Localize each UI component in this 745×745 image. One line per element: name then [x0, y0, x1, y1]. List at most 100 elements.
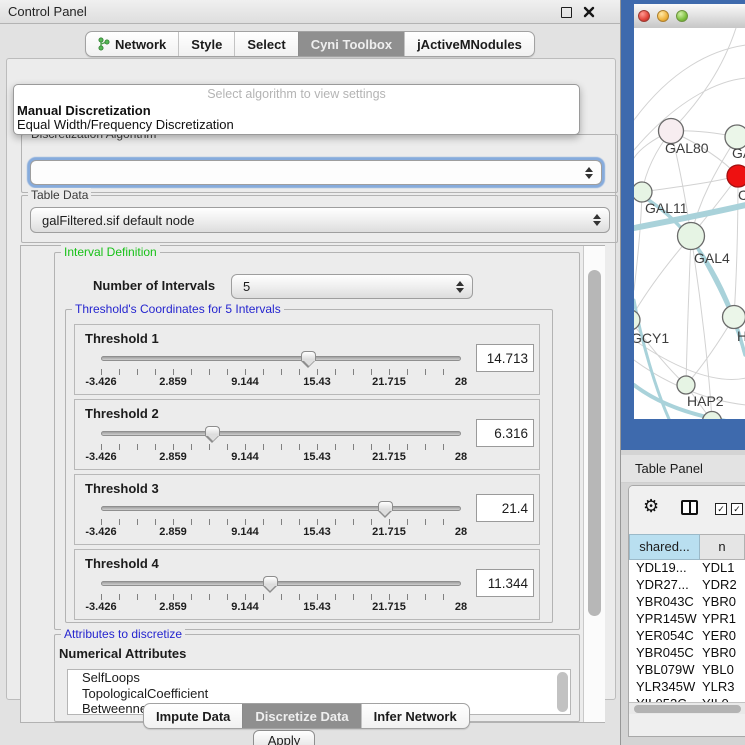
- horizontal-scrollbar[interactable]: [629, 702, 745, 714]
- number-of-intervals-label: Number of Intervals: [93, 278, 215, 293]
- cell-name[interactable]: YDL1: [700, 560, 745, 577]
- table-rows[interactable]: YDL19...YDL1YDR27...YDR2YBR043CYBR0YPR14…: [629, 560, 745, 702]
- table-row[interactable]: YLR345WYLR3: [629, 679, 745, 696]
- cell-shared-name[interactable]: YDR27...: [629, 577, 700, 594]
- threshold-2-value-field[interactable]: 6.316: [476, 419, 534, 447]
- slider-handle[interactable]: [378, 501, 393, 511]
- cell-name[interactable]: YLR3: [700, 679, 745, 696]
- column-header-name[interactable]: n: [700, 534, 745, 560]
- control-panel-titlebar: Control Panel: [0, 0, 620, 24]
- threshold-3-value-field[interactable]: 21.4: [476, 494, 534, 522]
- tab-style[interactable]: Style: [178, 32, 234, 56]
- tick-label: -3.426: [85, 526, 116, 538]
- tab-network[interactable]: Network: [86, 32, 178, 56]
- cell-shared-name[interactable]: YDL19...: [629, 560, 700, 577]
- slider-handle[interactable]: [301, 351, 316, 361]
- network-edge[interactable]: [642, 176, 738, 192]
- table-panel-titlebar: Table Panel: [621, 455, 745, 483]
- network-node[interactable]: [727, 165, 745, 187]
- float-window-icon[interactable]: [561, 7, 572, 18]
- network-edge[interactable]: [686, 236, 691, 385]
- cell-name[interactable]: YDR2: [700, 577, 745, 594]
- tick-label: 2.859: [159, 526, 187, 538]
- threshold-4-slider[interactable]: [101, 580, 461, 588]
- network-node[interactable]: [678, 223, 705, 250]
- cell-shared-name[interactable]: YLR345W: [629, 679, 700, 696]
- table-row[interactable]: YDL19...YDL1: [629, 560, 745, 577]
- cell-name[interactable]: YBR0: [700, 594, 745, 611]
- threshold-1-value-field[interactable]: 14.713: [476, 344, 534, 372]
- network-edge[interactable]: [634, 236, 691, 320]
- minimize-traffic-light-icon[interactable]: [657, 10, 669, 22]
- table-row[interactable]: YER054CYER0: [629, 628, 745, 645]
- dropdown-option-equal-width-frequency[interactable]: Equal Width/Frequency Discretization: [17, 117, 576, 132]
- slider-handle[interactable]: [205, 426, 220, 436]
- tab-cyni-toolbox[interactable]: Cyni Toolbox: [298, 32, 404, 56]
- threshold-1-slider[interactable]: [101, 355, 461, 363]
- column-layout-icon[interactable]: [681, 500, 698, 515]
- cell-shared-name[interactable]: YBR043C: [629, 594, 700, 611]
- network-canvas[interactable]: GAL80GACGAL11GAL4GCY1HHAP2: [634, 28, 745, 419]
- network-node-label: GCY1: [634, 330, 669, 346]
- select-all-checkbox-icon[interactable]: ✓: [715, 503, 727, 515]
- table-row[interactable]: YBR043CYBR0: [629, 594, 745, 611]
- list-scrollbar[interactable]: [557, 672, 568, 712]
- threshold-2-panel: Threshold 2 -3.4262.8599.14415.4321.7152…: [74, 399, 540, 470]
- table-row[interactable]: YDR27...YDR2: [629, 577, 745, 594]
- tab-discretize-data[interactable]: Discretize Data: [242, 704, 360, 728]
- select-column-checkbox-icon[interactable]: ✓: [731, 503, 743, 515]
- network-edge[interactable]: [634, 192, 642, 290]
- close-traffic-light-icon[interactable]: [638, 10, 650, 22]
- algorithm-combobox[interactable]: [30, 160, 602, 185]
- settings-scrollpane: Interval Definition Number of Intervals …: [20, 245, 605, 723]
- cell-name[interactable]: YBR0: [700, 645, 745, 662]
- cell-name[interactable]: YPR1: [700, 611, 745, 628]
- table-header-row: shared... n: [629, 534, 745, 560]
- zoom-traffic-light-icon[interactable]: [676, 10, 688, 22]
- dropdown-option-manual-discretization[interactable]: Manual Discretization: [17, 103, 576, 118]
- network-edge[interactable]: [686, 317, 734, 385]
- tick-label: 2.859: [159, 451, 187, 463]
- table-data-combobox[interactable]: galFiltered.sif default node: [30, 207, 610, 233]
- cell-shared-name[interactable]: YBR045C: [629, 645, 700, 662]
- network-edge[interactable]: [634, 45, 745, 120]
- cell-name[interactable]: YBL0: [700, 662, 745, 679]
- tab-jactivemnodules[interactable]: jActiveMNodules: [404, 32, 534, 56]
- slider-tick-labels: -3.4262.8599.14415.4321.71528: [101, 376, 461, 389]
- tab-impute-data[interactable]: Impute Data: [144, 704, 242, 728]
- vertical-scrollbar[interactable]: [583, 246, 605, 722]
- tab-select[interactable]: Select: [234, 32, 297, 56]
- threshold-4-value-field[interactable]: 11.344: [476, 569, 534, 597]
- tick-label: 21.715: [372, 376, 406, 388]
- table-row[interactable]: YPR145WYPR1: [629, 611, 745, 628]
- network-node[interactable]: [634, 182, 652, 202]
- cell-shared-name[interactable]: YER054C: [629, 628, 700, 645]
- table-row[interactable]: YBR045CYBR0: [629, 645, 745, 662]
- tick-label: 15.43: [303, 376, 331, 388]
- apply-button[interactable]: Apply: [253, 730, 315, 745]
- threshold-4-label: Threshold 4: [85, 556, 159, 571]
- cell-shared-name[interactable]: YBL079W: [629, 662, 700, 679]
- network-node[interactable]: [723, 306, 745, 329]
- threshold-3-slider[interactable]: [101, 505, 461, 513]
- gear-icon[interactable]: ⚙: [643, 497, 659, 515]
- network-edge[interactable]: [671, 28, 736, 131]
- tab-infer-network[interactable]: Infer Network: [361, 704, 469, 728]
- threshold-2-slider[interactable]: [101, 430, 461, 438]
- scrollbar-thumb[interactable]: [588, 270, 601, 616]
- network-node[interactable]: [677, 376, 695, 394]
- scrollbar-thumb[interactable]: [634, 705, 741, 713]
- list-item[interactable]: TopologicalCoefficient: [68, 686, 570, 702]
- column-header-shared-name[interactable]: shared...: [629, 534, 700, 560]
- combo-arrows-icon: [456, 281, 463, 293]
- list-item[interactable]: SelfLoops: [68, 670, 570, 686]
- network-window-titlebar[interactable]: [634, 4, 745, 29]
- cell-name[interactable]: YER0: [700, 628, 745, 645]
- tick-label: 28: [455, 526, 467, 538]
- close-icon[interactable]: [583, 6, 595, 18]
- table-row[interactable]: YBL079WYBL0: [629, 662, 745, 679]
- tick-label: 9.144: [231, 376, 259, 388]
- slider-handle[interactable]: [263, 576, 278, 586]
- number-of-intervals-combobox[interactable]: 5: [231, 274, 473, 299]
- cell-shared-name[interactable]: YPR145W: [629, 611, 700, 628]
